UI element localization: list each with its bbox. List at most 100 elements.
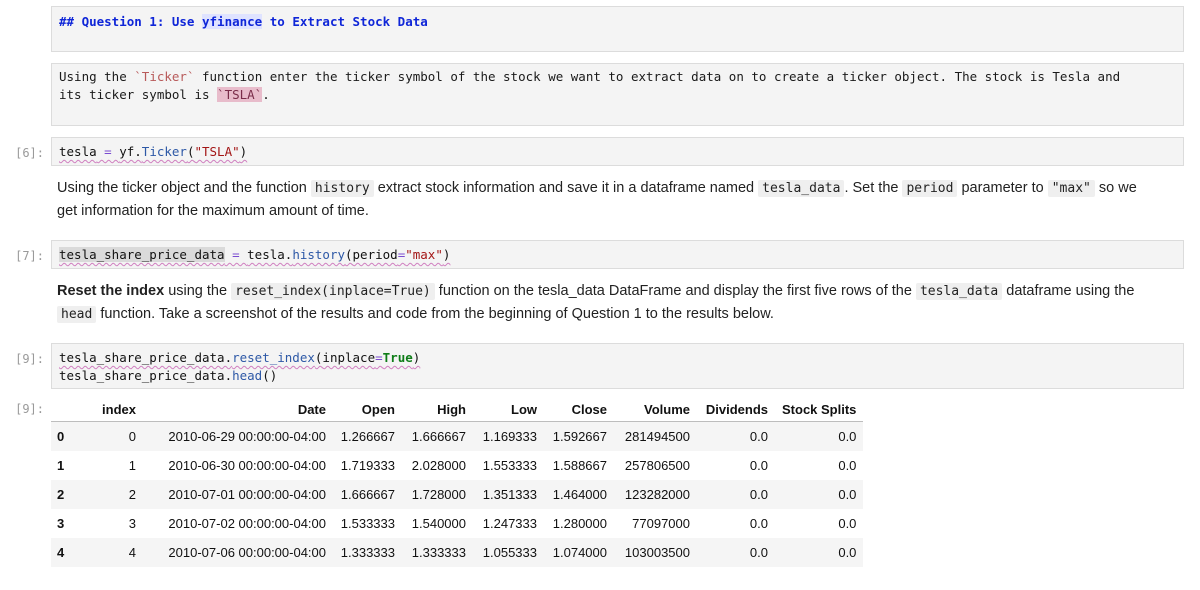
- markdown-line-2: its ticker symbol is `TSLA`.: [59, 86, 1176, 104]
- code-token-fn: head: [232, 368, 263, 383]
- markdown-source: Using the `Ticker` function enter the ti…: [52, 64, 1183, 109]
- cell-open: 1.533333: [340, 516, 395, 531]
- markdown-cell-ticker-instructions[interactable]: Using the `Ticker` function enter the ti…: [51, 63, 1184, 126]
- table-row: 2 2 2010-07-01 00:00:00-04:00 1.666667 1…: [51, 480, 864, 509]
- inline-code: "max": [1047, 180, 1095, 197]
- cell-close: 1.280000: [552, 516, 607, 531]
- markdown-cell-question-header[interactable]: ## Question 1: Use yfinance to Extract S…: [51, 6, 1184, 52]
- markdown-bold: Reset the index: [57, 283, 165, 299]
- row-label: 1: [57, 458, 65, 473]
- code-token-obj: yf.: [119, 144, 142, 159]
- code-token-paren: ): [239, 144, 248, 159]
- tsla-highlight: `TSLA`: [217, 87, 263, 102]
- cell-low: 1.055333: [482, 545, 537, 560]
- cell-high: 2.028000: [411, 458, 466, 473]
- cell-index: 0: [128, 429, 136, 444]
- cell-dividends: 0.0: [749, 429, 768, 444]
- markdown-history-instructions: Using the ticker object and the function…: [57, 177, 1157, 223]
- row-label: 2: [57, 487, 65, 502]
- inline-code: tesla_data: [758, 180, 845, 197]
- dataframe-output: index Date Open High Low Close Volume Di…: [51, 397, 864, 567]
- code-token-fn: Ticker: [141, 144, 187, 159]
- code-token-var: tesla: [59, 144, 97, 159]
- code-token-op: =: [224, 247, 248, 262]
- cell-volume: 77097000: [632, 516, 690, 531]
- markdown-text: its ticker symbol is: [59, 87, 218, 102]
- markdown-heading-highlight: yfinance: [202, 14, 263, 29]
- markdown-heading-suffix: to Extract Stock Data: [262, 14, 428, 29]
- cell-high: 1.540000: [411, 516, 466, 531]
- code-line-1: tesla_share_price_data.reset_index(inpla…: [59, 349, 1176, 367]
- code-editor[interactable]: tesla_share_price_data.reset_index(inpla…: [52, 344, 1183, 390]
- markdown-text: Using the ticker object and the function: [57, 180, 311, 196]
- column-header-close: Close: [544, 397, 614, 422]
- execution-count-7: [7]:: [15, 249, 44, 263]
- code-token-paren: (): [262, 368, 278, 383]
- column-header-low: Low: [473, 397, 544, 422]
- cell-dividends: 0.0: [749, 516, 768, 531]
- code-cell-7[interactable]: tesla_share_price_data = tesla.history(p…: [51, 240, 1184, 269]
- row-label: 3: [57, 516, 65, 531]
- execution-count-6: [6]:: [15, 146, 44, 160]
- code-cell-6[interactable]: tesla = yf.Ticker("TSLA"): [51, 137, 1184, 166]
- code-token-paren: ): [442, 247, 451, 262]
- cell-close: 1.464000: [552, 487, 607, 502]
- cell-low: 1.351333: [482, 487, 537, 502]
- cell-low: 1.553333: [482, 458, 537, 473]
- code-cell-9[interactable]: tesla_share_price_data.reset_index(inpla…: [51, 343, 1184, 389]
- cell-volume: 123282000: [624, 487, 690, 502]
- markdown-text: .: [262, 87, 270, 102]
- code-token-arg: inplace: [322, 350, 376, 365]
- code-token-string: "max": [405, 247, 443, 262]
- code-token-fn: reset_index: [232, 350, 315, 365]
- cell-stock-splits: 0.0: [838, 487, 857, 502]
- markdown-text: function on the tesla_data DataFrame and…: [434, 283, 916, 299]
- inline-code: reset_index(inplace=True): [231, 283, 435, 300]
- cell-index: 2: [128, 487, 136, 502]
- cell-open: 1.719333: [340, 458, 395, 473]
- cell-close: 1.074000: [552, 545, 607, 560]
- cell-date: 2010-06-30 00:00:00-04:00: [168, 458, 326, 473]
- code-token-op: =: [375, 350, 383, 365]
- cell-date: 2010-07-06 00:00:00-04:00: [168, 545, 326, 560]
- cell-date: 2010-07-01 00:00:00-04:00: [168, 487, 326, 502]
- code-token-obj: tesla_share_price_data.: [59, 350, 233, 365]
- cell-volume: 281494500: [624, 429, 690, 444]
- cell-open: 1.666667: [340, 487, 395, 502]
- column-header-high: High: [402, 397, 473, 422]
- code-token-paren: (: [345, 247, 353, 262]
- code-token-bool: True: [382, 350, 413, 365]
- cell-dividends: 0.0: [749, 545, 768, 560]
- markdown-source: ## Question 1: Use yfinance to Extract S…: [52, 7, 1183, 36]
- markdown-text: . Set the: [844, 180, 903, 196]
- cell-stock-splits: 0.0: [838, 545, 857, 560]
- markdown-text: extract stock information and save it in…: [373, 180, 759, 196]
- code-editor[interactable]: tesla_share_price_data = tesla.history(p…: [52, 241, 1183, 269]
- cell-volume: 257806500: [624, 458, 690, 473]
- cell-index: 4: [128, 545, 136, 560]
- markdown-reset-instructions: Reset the index using the reset_index(in…: [57, 280, 1157, 326]
- markdown-text: using the: [164, 283, 232, 299]
- row-label: 4: [57, 545, 65, 560]
- cell-stock-splits: 0.0: [838, 458, 857, 473]
- code-token-obj: tesla_share_price_data.: [59, 368, 233, 383]
- inline-code: history: [310, 180, 374, 197]
- markdown-text: dataframe using the: [1002, 283, 1135, 299]
- row-label: 0: [57, 429, 65, 444]
- output-count-9: [9]:: [15, 402, 44, 416]
- cell-index: 3: [128, 516, 136, 531]
- markdown-heading-prefix: ## Question 1: Use: [59, 14, 202, 29]
- cell-close: 1.592667: [552, 429, 607, 444]
- cell-low: 1.247333: [482, 516, 537, 531]
- code-token-fn: history: [292, 247, 345, 262]
- cell-dividends: 0.0: [749, 487, 768, 502]
- markdown-text: function. Take a screenshot of the resul…: [96, 306, 774, 322]
- table-row: 0 0 2010-06-29 00:00:00-04:00 1.266667 1…: [51, 421, 864, 451]
- column-header-open: Open: [333, 397, 402, 422]
- code-token-string: "TSLA": [194, 144, 240, 159]
- cell-high: 1.728000: [411, 487, 466, 502]
- inline-code: period: [902, 180, 958, 197]
- code-editor[interactable]: tesla = yf.Ticker("TSLA"): [52, 138, 1183, 166]
- table-row: 1 1 2010-06-30 00:00:00-04:00 1.719333 2…: [51, 451, 864, 480]
- cell-stock-splits: 0.0: [838, 516, 857, 531]
